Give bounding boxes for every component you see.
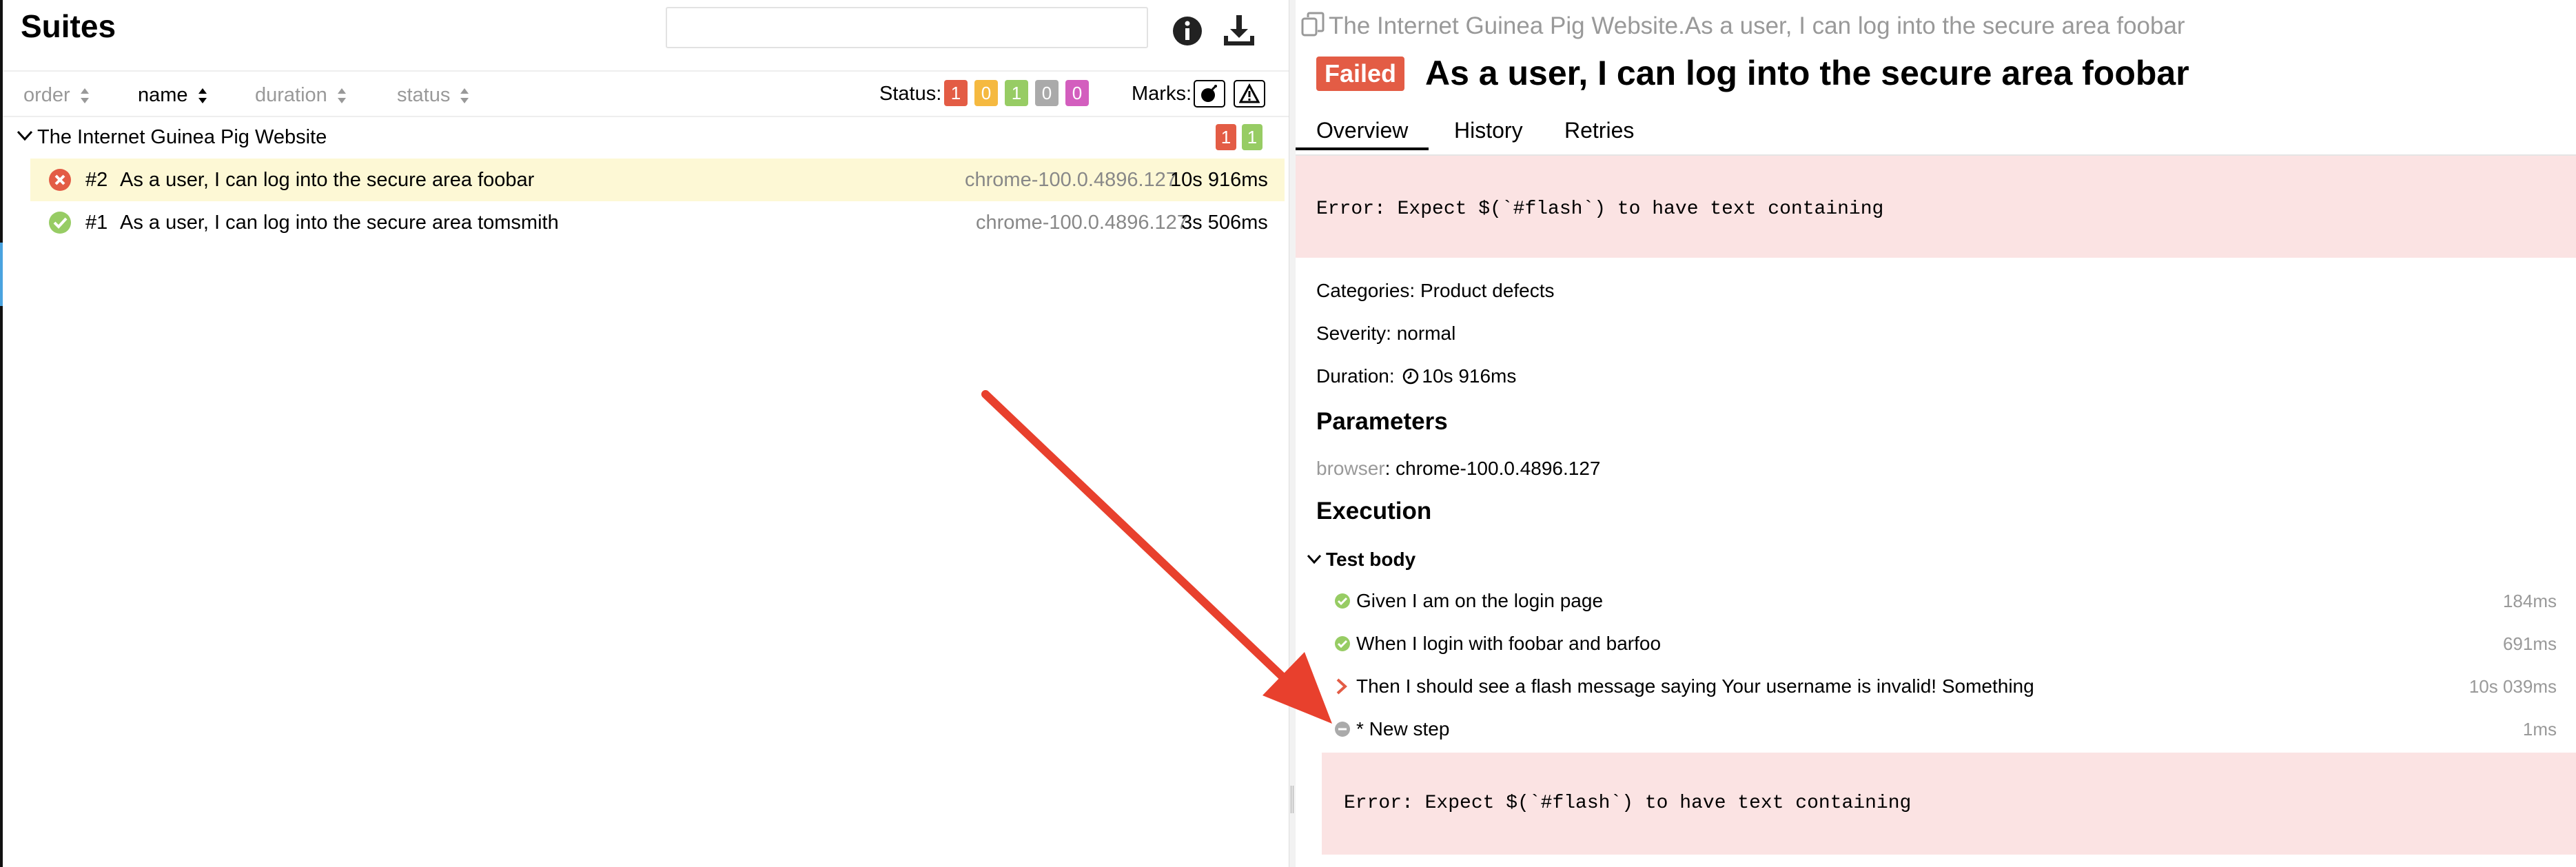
suite-name: The Internet Guinea Pig Website — [37, 126, 327, 148]
marks-label: Marks: — [1132, 83, 1192, 105]
sort-status-label: status — [397, 84, 451, 106]
suite-count-failed: 1 — [1216, 124, 1236, 150]
sidebar-active-indicator — [0, 243, 3, 306]
sort-name-label: name — [138, 84, 188, 106]
step-duration: 184ms — [2502, 591, 2557, 611]
sort-duration-label: duration — [255, 84, 327, 106]
flaky-mark-button[interactable] — [1194, 80, 1225, 108]
duration-value: 10s 916ms — [1422, 365, 1517, 387]
suite-count-passed: 1 — [1242, 124, 1263, 150]
parameter-key: browser — [1316, 458, 1385, 479]
step-row[interactable]: * New step 1ms — [1296, 717, 2576, 742]
step-row[interactable]: When I login with foobar and barfoo 691m… — [1296, 631, 2576, 656]
sort-arrows-icon — [460, 88, 469, 104]
severity-row: Severity: normal — [1316, 321, 1455, 346]
download-icon[interactable] — [1221, 12, 1257, 48]
sort-status-button[interactable]: status — [397, 83, 469, 108]
sort-arrows-icon — [198, 88, 207, 104]
test-number: #2 — [85, 169, 108, 191]
info-icon[interactable] — [1172, 15, 1203, 47]
test-body-label: Test body — [1326, 549, 1416, 570]
status-filter-skipped[interactable]: 0 — [1035, 80, 1059, 106]
parameter-separator: : — [1384, 458, 1391, 479]
error-message: Error: Expect $(`#flash`) to have text c… — [1316, 198, 1884, 220]
severity-value: normal — [1396, 323, 1456, 344]
breadcrumb[interactable]: The Internet Guinea Pig Website.As a use… — [1301, 11, 2185, 41]
suite-group-row[interactable]: The Internet Guinea Pig Website 1 1 — [3, 116, 1289, 159]
test-name: As a user, I can log into the secure are… — [120, 212, 559, 234]
breadcrumb-text: The Internet Guinea Pig Website.As a use… — [1329, 12, 2185, 39]
passed-status-icon — [1335, 593, 1350, 609]
bomb-icon — [1201, 85, 1217, 102]
test-name: As a user, I can log into the secure are… — [120, 169, 535, 191]
test-duration: 10s 916ms — [1170, 169, 1268, 191]
categories-label: Categories: — [1316, 280, 1415, 301]
parameter-row: browser: chrome-100.0.4896.127 — [1316, 456, 1600, 481]
step-error-message: Error: Expect $(`#flash`) to have text c… — [1344, 793, 1912, 814]
test-row[interactable]: #1 As a user, I can log into the secure … — [30, 201, 1285, 244]
step-duration: 10s 039ms — [2468, 676, 2557, 697]
copy-icon[interactable] — [1301, 12, 1325, 37]
status-filter-unknown[interactable]: 0 — [1065, 80, 1089, 106]
sort-duration-button[interactable]: duration — [255, 83, 347, 108]
chevron-right-icon — [1336, 678, 1347, 695]
duration-label: Duration: — [1316, 365, 1395, 387]
clock-icon — [1403, 368, 1419, 385]
skipped-status-icon — [1335, 722, 1350, 737]
sort-arrows-icon — [80, 88, 89, 104]
sort-order-label: order — [23, 84, 70, 106]
step-duration: 691ms — [2502, 633, 2557, 654]
failed-status-icon — [49, 169, 71, 191]
test-body-toggle[interactable]: Test body — [1307, 547, 1415, 572]
sort-name-button[interactable]: name — [138, 83, 207, 108]
status-filter-passed[interactable]: 1 — [1005, 80, 1028, 106]
execution-heading: Execution — [1316, 498, 1432, 524]
test-environment: chrome-100.0.4896.127 — [976, 212, 1188, 234]
status-filter-broken[interactable]: 0 — [974, 80, 998, 106]
warning-icon — [1239, 83, 1260, 103]
retries-mark-button[interactable] — [1234, 80, 1265, 108]
sort-arrows-icon — [337, 88, 346, 104]
step-duration: 1ms — [2522, 719, 2557, 740]
step-name: Given I am on the login page — [1356, 590, 1604, 611]
search-input[interactable] — [666, 7, 1148, 48]
suite-counts: 1 1 — [1216, 124, 1263, 150]
tab-overview[interactable]: Overview — [1296, 113, 1429, 150]
detail-tabs: Overview History Retries — [1296, 109, 2576, 156]
sort-order-button[interactable]: order — [23, 83, 90, 108]
step-row[interactable]: Then I should see a flash message saying… — [1296, 674, 2576, 699]
passed-status-icon — [49, 212, 71, 234]
status-filter-failed[interactable]: 1 — [944, 80, 968, 106]
status-filter-label: Status: — [879, 83, 942, 105]
tab-history[interactable]: History — [1433, 113, 1544, 147]
splitter-grip-icon[interactable] — [1290, 786, 1294, 813]
step-name: Then I should see a flash message saying… — [1356, 675, 2034, 697]
chevron-down-icon — [1307, 554, 1322, 564]
step-name: * New step — [1356, 718, 1450, 740]
test-number: #1 — [85, 212, 108, 234]
duration-row: Duration: 10s 916ms — [1316, 364, 1516, 389]
categories-value: Product defects — [1420, 280, 1555, 301]
step-name: When I login with foobar and barfoo — [1356, 633, 1662, 654]
sort-bar: order name duration status Status: 1 0 1… — [3, 70, 1289, 117]
page-title: Suites — [21, 8, 116, 44]
test-row[interactable]: #2 As a user, I can log into the secure … — [30, 159, 1285, 201]
status-filter-badges: 1 0 1 0 0 — [944, 80, 1089, 106]
parameters-heading: Parameters — [1316, 408, 1448, 435]
status-badge: Failed — [1316, 57, 1405, 91]
tab-retries[interactable]: Retries — [1544, 113, 1655, 147]
parameter-value: chrome-100.0.4896.127 — [1396, 458, 1601, 479]
step-row[interactable]: Given I am on the login page 184ms — [1296, 589, 2576, 613]
chevron-down-icon — [17, 130, 33, 141]
test-environment: chrome-100.0.4896.127 — [965, 169, 1177, 191]
severity-label: Severity: — [1316, 323, 1391, 344]
categories-row: Categories: Product defects — [1316, 278, 1555, 303]
passed-status-icon — [1335, 636, 1350, 651]
test-duration: 3s 506ms — [1181, 212, 1268, 234]
test-title: As a user, I can log into the secure are… — [1425, 54, 2189, 92]
